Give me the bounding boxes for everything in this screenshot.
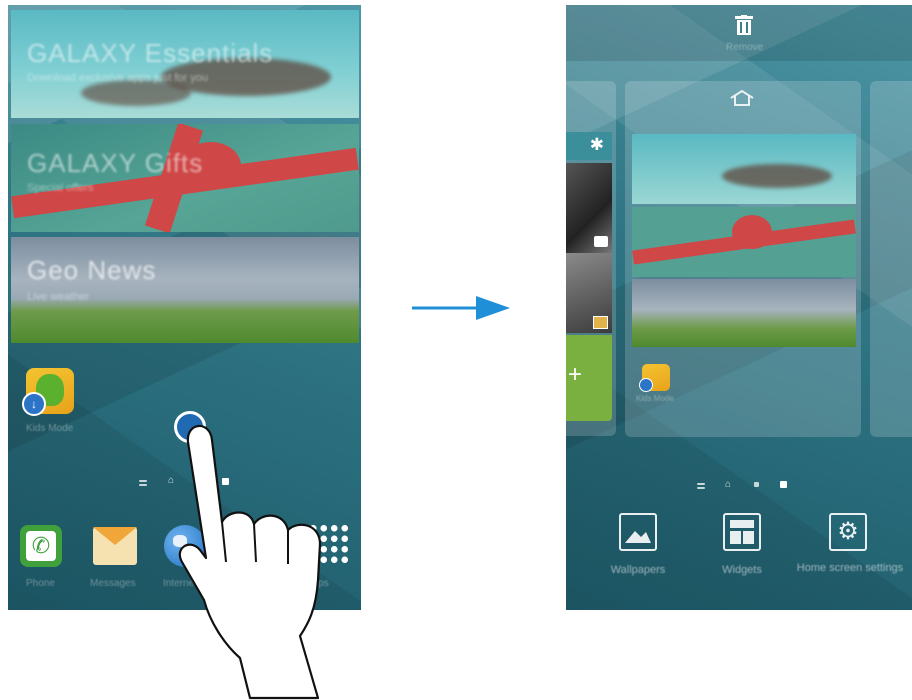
menu-page-icon[interactable] <box>697 483 705 485</box>
widget-preview-settings: ✱ <box>566 132 612 160</box>
camera-widget-preview <box>566 163 612 253</box>
home-screen-settings-label[interactable]: Home screen settings <box>796 561 904 576</box>
widgets-label[interactable]: Widgets <box>696 563 788 578</box>
wallpapers-option-icon[interactable] <box>619 513 657 551</box>
widget-galaxy-gifts[interactable]: GALAXY Gifts Special offers <box>11 124 359 232</box>
add-page-panel[interactable]: + <box>566 335 612 421</box>
trash-icon <box>735 15 753 35</box>
widget-galaxy-essentials[interactable]: GALAXY Essentials Download exclusive app… <box>11 10 359 118</box>
widget-subtitle: Special offers <box>27 182 94 194</box>
preview-app-label: Kids Mode <box>636 394 674 403</box>
home-page-icon[interactable]: ⌂ <box>725 480 733 490</box>
download-badge-icon: ↓ <box>22 392 46 416</box>
widget-title: GALAXY Essentials <box>27 38 274 68</box>
widget-grid-icon <box>730 520 754 544</box>
app-label: Kids Mode <box>26 423 74 434</box>
gear-icon: ✱ <box>589 135 604 154</box>
phone-handset-icon: ✆ <box>26 531 56 561</box>
widget-subtitle: Live weather <box>27 291 90 303</box>
page-preview-right[interactable] <box>870 81 912 437</box>
dock-label: Messages <box>90 578 136 589</box>
camera-icon <box>594 236 608 247</box>
gallery-icon <box>593 316 608 329</box>
preview-widget-essentials <box>632 134 856 204</box>
messages-app-icon[interactable] <box>93 527 137 565</box>
remove-label: Remove <box>726 42 764 53</box>
home-screen-settings-option-icon[interactable]: ⚙ <box>829 513 867 551</box>
preview-widget-gifts <box>632 207 856 277</box>
dock-label: Phone <box>26 578 55 589</box>
gallery-widget-preview <box>566 253 612 333</box>
gear-icon: ⚙ <box>837 518 859 545</box>
kids-mode-preview-icon <box>639 364 670 392</box>
widget-title: GALAXY Gifts <box>27 148 204 178</box>
preview-widget-news <box>632 279 856 347</box>
widget-title: Geo News <box>27 255 157 285</box>
widgets-option-icon[interactable] <box>723 513 761 551</box>
menu-page-icon[interactable] <box>139 480 147 482</box>
wallpapers-label[interactable]: Wallpapers <box>586 563 690 578</box>
transition-arrow-icon <box>412 296 510 320</box>
hand-gesture-icon <box>178 424 322 700</box>
landscape-icon <box>625 531 651 543</box>
widget-subtitle: Download exclusive apps just for you <box>27 72 208 84</box>
home-page-marker-icon[interactable] <box>728 89 756 107</box>
page-dot-active[interactable] <box>780 481 787 488</box>
envelope-icon <box>93 527 137 545</box>
phone-app-icon[interactable]: ✆ <box>20 525 62 567</box>
widget-geo-news[interactable]: Geo News Live weather <box>11 237 359 343</box>
home-screen-edit-mode: Remove ✱ + Kids Mode ⌂ Wallpapers Widget… <box>566 5 912 610</box>
plus-icon: + <box>568 361 583 388</box>
page-dot[interactable] <box>754 482 759 487</box>
kids-mode-app-icon[interactable]: ↓ <box>22 368 74 416</box>
download-badge-icon <box>639 378 653 392</box>
